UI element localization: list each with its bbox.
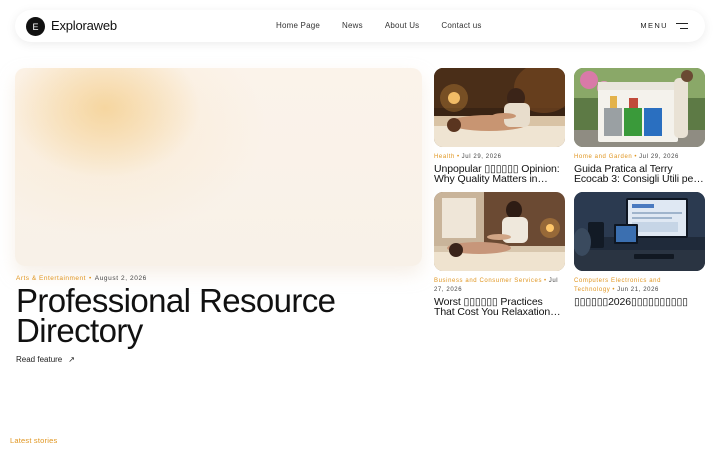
hero-meta: Arts & Entertainment • August 2, 2026 bbox=[16, 275, 147, 282]
story-meta: Health • Jul 29, 2026 bbox=[434, 153, 565, 162]
hero-image[interactable] bbox=[15, 68, 422, 266]
nav-about[interactable]: About Us bbox=[385, 21, 420, 30]
story-date: Jul 29, 2026 bbox=[639, 154, 679, 160]
hamburger-icon bbox=[676, 22, 688, 29]
story-category[interactable]: Business and Consumer Services bbox=[434, 278, 542, 284]
story-title[interactable]: Unpopular ▯▯▯▯▯▯ Opinion: Why Quality Ma… bbox=[434, 164, 565, 184]
read-feature-link[interactable]: Read feature ↗ bbox=[16, 355, 75, 364]
arrow-up-right-icon: ↗ bbox=[68, 355, 75, 364]
story-card[interactable]: Home and Garden • Jul 29, 2026 Guida Prati… bbox=[574, 68, 705, 184]
main-nav: Home Page News About Us Contact us bbox=[276, 21, 504, 30]
story-meta: Computers Electronics and Technology • Jun… bbox=[574, 277, 705, 295]
story-card[interactable]: Health • Jul 29, 2026 Unpopular ▯▯▯▯▯▯ Opi… bbox=[434, 68, 565, 184]
story-title[interactable]: Guida Pratica al Terry Ecocab 3: Consigl… bbox=[574, 164, 705, 184]
hero-category[interactable]: Arts & Entertainment bbox=[16, 275, 86, 282]
story-card[interactable]: Business and Consumer Services • Jul 27, 2… bbox=[434, 192, 565, 317]
meta-separator: • bbox=[634, 154, 638, 160]
logo-icon[interactable]: E bbox=[26, 17, 45, 36]
nav-contact[interactable]: Contact us bbox=[441, 21, 481, 30]
site-logo-text[interactable]: Exploraweb bbox=[51, 18, 117, 33]
hero-title[interactable]: Professional Resource Directory bbox=[16, 284, 416, 347]
story-image-massage[interactable] bbox=[434, 68, 565, 147]
story-category[interactable]: Home and Garden bbox=[574, 154, 632, 160]
site-header: E Exploraweb Home Page News About Us Con… bbox=[15, 10, 705, 42]
story-category[interactable]: Health bbox=[434, 154, 455, 160]
story-date: Jul 29, 2026 bbox=[461, 154, 502, 160]
story-title[interactable]: Worst ▯▯▯▯▯▯ Practices That Cost You Rel… bbox=[434, 297, 565, 317]
meta-separator: • bbox=[456, 154, 460, 160]
story-title[interactable]: ▯▯▯▯▯▯2026▯▯▯▯▯▯▯▯▯▯ bbox=[574, 297, 705, 307]
meta-separator: • bbox=[544, 278, 547, 284]
story-date: Jun 21, 2026 bbox=[617, 287, 659, 293]
story-meta: Home and Garden • Jul 29, 2026 bbox=[574, 153, 705, 162]
nav-news[interactable]: News bbox=[342, 21, 363, 30]
menu-label: MENU bbox=[640, 21, 668, 30]
story-meta: Business and Consumer Services • Jul 27, 2… bbox=[434, 277, 565, 295]
menu-button[interactable]: MENU bbox=[640, 21, 688, 30]
story-image-massage-therapy[interactable] bbox=[434, 192, 565, 271]
story-image-recycling[interactable] bbox=[574, 68, 705, 147]
latest-stories-heading: Latest stories bbox=[10, 436, 58, 445]
meta-separator: • bbox=[88, 275, 92, 282]
nav-home[interactable]: Home Page bbox=[276, 21, 320, 30]
hero-date: August 2, 2026 bbox=[94, 275, 147, 282]
story-image-computers[interactable] bbox=[574, 192, 705, 271]
meta-separator: • bbox=[612, 287, 616, 293]
story-card[interactable]: Computers Electronics and Technology • Jun… bbox=[574, 192, 705, 307]
read-feature-label: Read feature bbox=[16, 355, 63, 364]
